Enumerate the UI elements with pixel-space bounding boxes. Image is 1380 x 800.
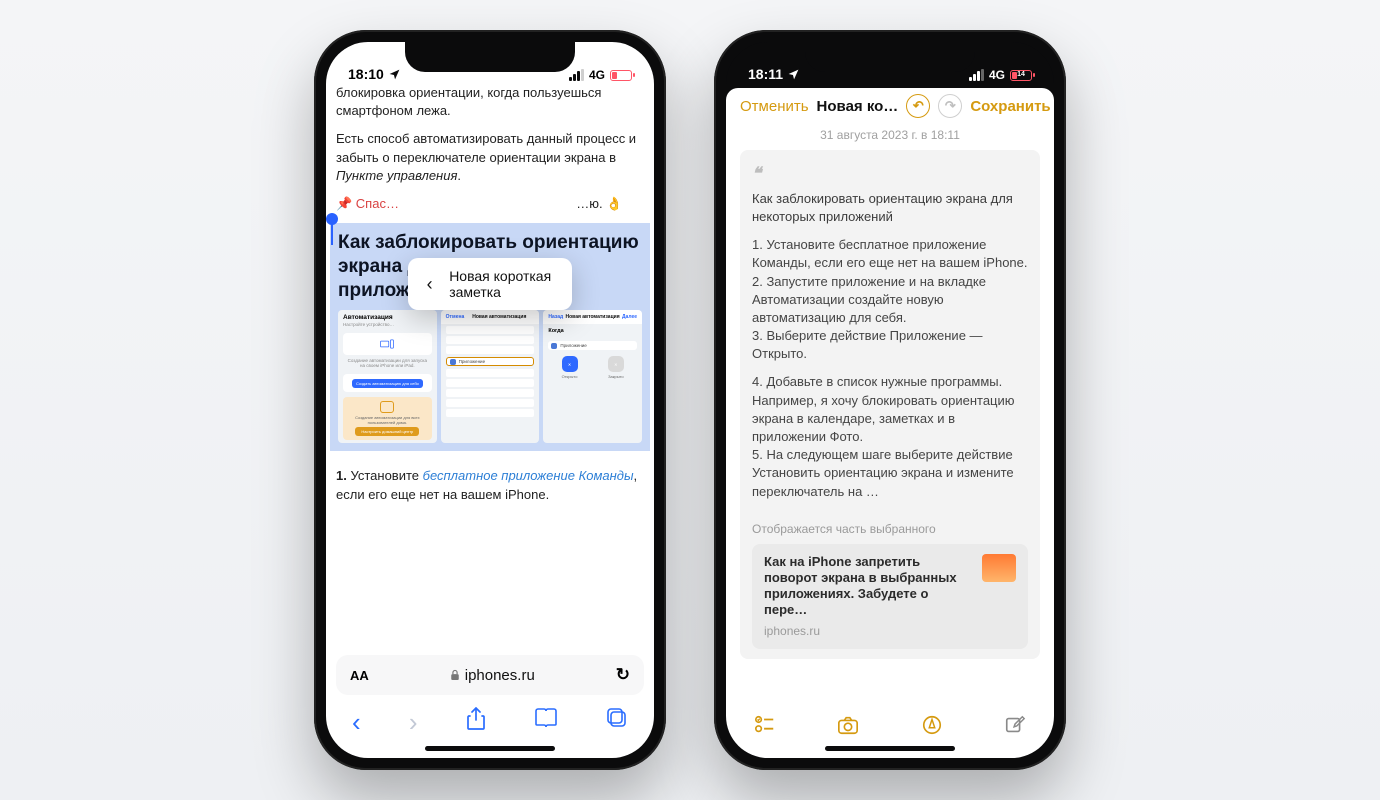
source-link-card[interactable]: Как на iPhone запретить поворот экрана в… bbox=[752, 544, 1028, 650]
save-button[interactable]: Сохранить bbox=[970, 98, 1050, 115]
signal-bars-icon bbox=[569, 69, 584, 81]
article-image-triptych: Автоматизация Настройте устройство… Созд… bbox=[338, 310, 642, 443]
link-card-title: Как на iPhone запретить поворот экрана в… bbox=[764, 554, 972, 619]
note-editor[interactable]: 31 августа 2023 г. в 18:11 ❝ Как заблоки… bbox=[726, 128, 1054, 700]
location-icon bbox=[388, 68, 401, 81]
link-card-thumbnail bbox=[982, 554, 1016, 582]
thumb-when: НазадНовая автоматизацияДалее Когда Прил… bbox=[543, 310, 642, 443]
markup-icon[interactable] bbox=[921, 714, 943, 736]
quick-note-popup[interactable]: ‹ Новая короткая заметка bbox=[408, 258, 572, 310]
camera-icon[interactable] bbox=[837, 714, 859, 736]
home-indicator[interactable] bbox=[425, 746, 555, 751]
share-icon[interactable] bbox=[466, 707, 486, 731]
selection-handle-icon[interactable] bbox=[326, 213, 338, 225]
quote-block: ❝ Как заблокировать ориентацию экрана дл… bbox=[740, 150, 1040, 659]
compose-icon[interactable] bbox=[1004, 714, 1026, 736]
undo-button[interactable]: ↶ bbox=[906, 94, 930, 118]
address-bar[interactable]: AA iphones.ru ↻ bbox=[336, 655, 644, 695]
screen-notes: 18:11 4G 14 Отменить Новая ко… ↶ ↷ Сохра… bbox=[726, 42, 1054, 758]
article-step-1: 1. Установите бесплатное приложение Кома… bbox=[336, 467, 644, 503]
nav-back-button[interactable]: ‹ bbox=[352, 707, 361, 738]
note-date: 31 августа 2023 г. в 18:11 bbox=[740, 128, 1040, 142]
iphone-safari: 18:10 4G 14 блокировка ориентации, когда… bbox=[314, 30, 666, 770]
article-para-1: блокировка ориентации, когда пользуешься… bbox=[336, 84, 644, 120]
status-bar: 18:11 4G 14 bbox=[726, 42, 1054, 84]
lock-icon bbox=[450, 669, 460, 681]
quote-step-4: 4. Добавьте в список нужные программы. Н… bbox=[752, 373, 1028, 446]
tabs-icon[interactable] bbox=[606, 707, 628, 729]
reader-button[interactable]: AA bbox=[350, 668, 369, 683]
battery-icon: 14 bbox=[1010, 70, 1032, 81]
iphone-notes: 18:11 4G 14 Отменить Новая ко… ↶ ↷ Сохра… bbox=[714, 30, 1066, 770]
quick-note-title: Новая короткая заметка bbox=[449, 268, 558, 300]
safari-content[interactable]: блокировка ориентации, когда пользуешься… bbox=[326, 84, 654, 649]
reload-button[interactable]: ↻ bbox=[616, 665, 630, 685]
status-time: 18:10 bbox=[348, 66, 384, 82]
redo-button: ↷ bbox=[938, 94, 962, 118]
url-host[interactable]: iphones.ru bbox=[450, 667, 535, 684]
cancel-button[interactable]: Отменить bbox=[740, 98, 809, 115]
location-icon bbox=[787, 68, 800, 81]
link-card-domain: iphones.ru bbox=[764, 623, 972, 640]
network-label: 4G bbox=[589, 68, 605, 82]
link-shortcuts-app[interactable]: бесплатное приложение Команды bbox=[423, 468, 634, 483]
article-thanks: 📌 Спас… …ю. 👌 bbox=[336, 195, 644, 213]
checklist-icon[interactable] bbox=[754, 714, 776, 736]
home-indicator[interactable] bbox=[825, 746, 955, 751]
selection-truncated-label: Отображается часть выбранного bbox=[752, 511, 1028, 538]
notes-header: Отменить Новая ко… ↶ ↷ Сохранить bbox=[726, 88, 1054, 128]
article-para-2: Есть способ автоматизировать данный проц… bbox=[336, 130, 644, 185]
status-time: 18:11 bbox=[748, 66, 783, 82]
quote-step-5: 5. На следующем шаге выберите действие У… bbox=[752, 446, 1028, 501]
quote-step-3: 3. Выберите действие Приложение — Открыт… bbox=[752, 327, 1028, 363]
note-title-truncated: Новая ко… bbox=[817, 98, 899, 115]
signal-bars-icon bbox=[969, 69, 984, 81]
thumb-new-automation: ОтменаНовая автоматизация Приложение bbox=[441, 310, 540, 443]
thumb-automation: Автоматизация Настройте устройство… Созд… bbox=[338, 310, 437, 443]
status-bar: 18:10 4G 14 bbox=[326, 42, 654, 84]
quote-heading: Как заблокировать ориентацию экрана для … bbox=[752, 190, 1028, 226]
quote-step-1: 1. Установите бесплатное приложение Кома… bbox=[752, 236, 1028, 272]
quote-step-2: 2. Запустите приложение и на вкладке Авт… bbox=[752, 273, 1028, 328]
bookmarks-icon[interactable] bbox=[534, 707, 558, 727]
screen-safari: 18:10 4G 14 блокировка ориентации, когда… bbox=[326, 42, 654, 758]
battery-icon: 14 bbox=[610, 70, 632, 81]
quote-icon: ❝ bbox=[752, 162, 1028, 186]
back-icon[interactable]: ‹ bbox=[422, 274, 437, 295]
network-label: 4G bbox=[989, 68, 1005, 82]
nav-fwd-button: › bbox=[409, 707, 418, 738]
